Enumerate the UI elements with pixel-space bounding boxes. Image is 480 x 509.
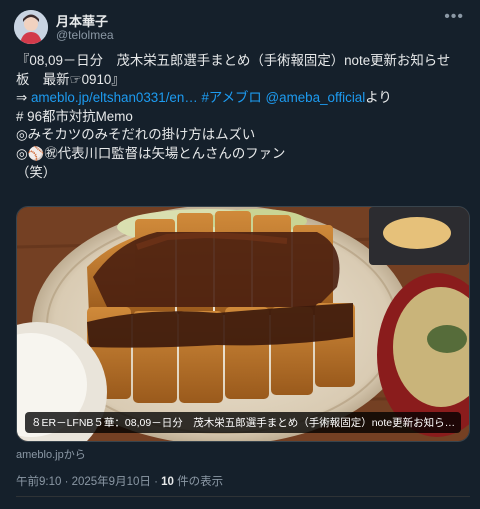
card-title: ８ER－LFNB５華：08,09－日分 茂木栄五郎選手まとめ（手術報固定）not… (25, 412, 462, 433)
tweet-header: 月本華子 @telolmea ••• (14, 8, 470, 44)
avatar[interactable] (14, 10, 48, 44)
mention-link[interactable]: @ameba_official (266, 90, 366, 105)
view-count: 10 (161, 476, 174, 488)
tweet-meta: 午前9:10 · 2025年9月10日 · 10 件の表示 (16, 473, 223, 489)
tweet-line-2: 板 最新☞0910』 (16, 71, 125, 87)
tweet-line-7: （笑） (16, 164, 57, 180)
suffix-text: より (365, 90, 392, 106)
user-handle[interactable]: @telolmea (56, 28, 114, 42)
link-card[interactable]: ８ER－LFNB５華：08,09－日分 茂木栄五郎選手まとめ（手術報固定）not… (16, 206, 470, 442)
card-image (17, 207, 469, 441)
hashtag-link[interactable]: #アメブロ (201, 90, 261, 105)
tweet-line-4: # 96都市対抗Memo (16, 108, 133, 124)
blog-link[interactable]: ameblo.jp/eltshan0331/en… (31, 90, 198, 105)
tweet-line-5: ◎みそカツのみそだれの掛け方はムズい (16, 127, 256, 143)
arrow-text: ⇒ (16, 90, 31, 106)
timestamp[interactable]: 午前9:10 · 2025年9月10日 · (16, 476, 161, 488)
view-label: 件の表示 (173, 476, 224, 488)
card-domain[interactable]: ameblo.jpから (16, 446, 86, 462)
tweet-line-6: ◎⚾㊗代表川口監督は矢場とんさんのファン (16, 145, 286, 161)
tweet-body: 『08,09－日分 茂木栄五郎選手まとめ（手術報固定）note更新お知らせ 板 … (16, 52, 468, 182)
more-options-icon[interactable]: ••• (444, 8, 464, 26)
divider (16, 496, 470, 497)
tweet-line-1: 『08,09－日分 茂木栄五郎選手まとめ（手術報固定）note更新お知らせ (16, 53, 451, 68)
